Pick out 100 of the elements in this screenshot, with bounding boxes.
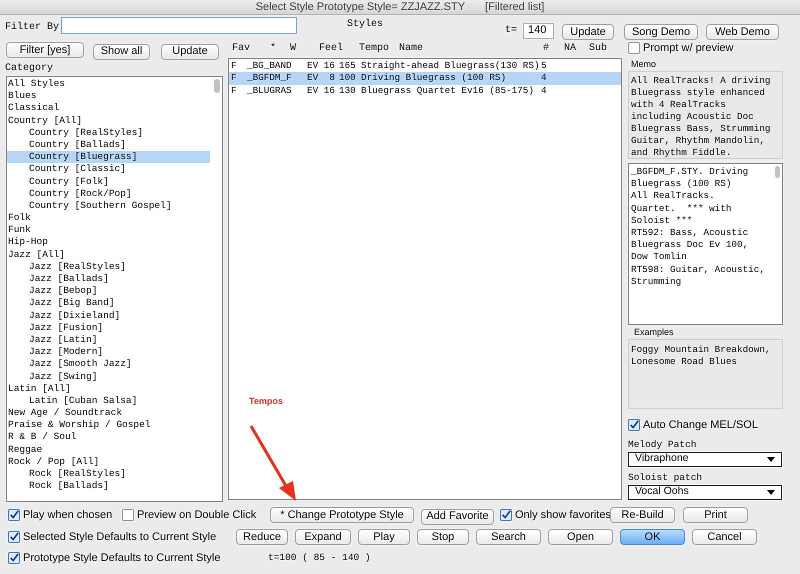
category-item[interactable]: Jazz [Ballads] [7,273,210,286]
checkbox-label: Preview on Double Click [137,508,256,523]
category-item[interactable]: Praise & Worship / Gospel [7,419,210,432]
category-item[interactable]: Reggae [7,444,210,456]
checkbox[interactable] [500,509,512,521]
category-item[interactable]: Country [Classic] [7,163,210,176]
category-label: Category [5,63,54,75]
button[interactable]: Update [562,24,614,40]
category-item[interactable]: Rock [RealStyles] [7,468,210,480]
button[interactable]: Reduce [236,529,288,545]
filter-field[interactable] [61,17,297,34]
button[interactable]: Play [358,529,410,545]
category-item[interactable]: Jazz [Bebop] [7,285,210,298]
soloist-patch-select[interactable]: Vocal Oohs [628,484,782,500]
column-header[interactable]: W [290,41,319,56]
melody-patch-label: Melody Patch [628,438,698,450]
button[interactable]: Stop [417,529,469,545]
style-row[interactable]: F _BGFDM_F EV 8 100 Driving Bluegrass (100 RS) 4 [229,72,621,85]
button[interactable]: Expand [295,529,351,545]
scrollbar-thumb[interactable] [214,79,220,93]
category-item[interactable]: Country [Southern Gospel] [7,200,210,212]
column-header[interactable]: NA [564,41,589,56]
memo-label: Memo [631,59,658,69]
button[interactable]: Re-Build [610,507,675,523]
button[interactable]: Filter [yes] [6,42,84,58]
button[interactable]: Show all [93,44,150,60]
category-item[interactable]: Latin [Cuban Salsa] [7,394,210,408]
details-line: RT598: Guitar, Acoustic, Strumming [631,264,766,288]
column-header[interactable]: # [543,41,564,56]
category-item[interactable]: Country [Ballads] [7,138,210,152]
category-item[interactable]: Hip-Hop [7,236,210,249]
tempo-range: t=100 ( 85 - 140 ) [268,550,371,565]
category-item[interactable]: Jazz [All] [7,248,210,261]
category-item[interactable]: Jazz [RealStyles] [7,260,210,273]
category-item[interactable]: Jazz [Fusion] [7,322,210,334]
window-subtitle: [Filtered list] [485,0,544,15]
category-item[interactable]: Country [Folk] [7,176,210,188]
tempo-field[interactable]: 140 [523,22,554,38]
button[interactable]: * Change Prototype Style [270,507,414,523]
button[interactable]: Open [548,529,613,545]
style-row[interactable]: F _BLUGRAS EV 16 130 Bluegrass Quartet Ev16 (85-175) 4 [229,84,621,98]
button[interactable]: Web Demo [706,24,780,40]
button[interactable]: OK [620,529,685,545]
checkbox-label: Play when chosen [23,508,112,523]
category-item[interactable]: Country [Bluegrass] [7,151,210,164]
category-item[interactable]: Blues [7,90,210,102]
category-item[interactable]: Jazz [Modern] [7,346,210,358]
checkbox[interactable] [8,531,20,543]
dropdown-icon [767,490,775,494]
checkbox-label: Prototype Style Defaults to Current Style [23,550,220,566]
styles-label: Styles [347,18,384,32]
style-row[interactable]: F _BG_BAND EV 16 165 Straight-ahead Bluegrass(130 RS)5 [229,60,621,72]
category-item[interactable]: Country [All] [7,114,210,127]
category-item[interactable]: Folk [7,212,210,224]
category-item[interactable]: Funk [7,224,210,236]
checkbox[interactable] [122,509,134,521]
column-header[interactable]: Sub [589,41,619,56]
column-header[interactable]: Fav [232,41,270,56]
button[interactable]: Add Favorite [421,508,494,524]
memo-text: All RealTracks! A driving Bluegrass style enhanced with 4 RealTracks including Acoustic Doc Bluegrass Bass, Strumming Guitar, Rhythm Mandolin, and Rhythm Fiddle. [628,71,783,159]
category-item[interactable]: Classical [7,102,210,115]
button[interactable]: Print [683,507,748,523]
button[interactable]: Search [476,529,541,545]
checkbox[interactable] [8,552,20,564]
category-item[interactable]: Jazz [Big Band] [7,297,210,310]
checkbox[interactable] [628,419,640,432]
category-item[interactable]: Jazz [Dixieland] [7,310,210,322]
filter-label: Filter By [5,20,60,35]
category-item[interactable]: R & B / Soul [7,431,210,444]
column-header[interactable]: * [270,41,290,56]
dropdown-icon [767,456,775,462]
examples-label: Examples [634,327,675,337]
column-header[interactable]: Name [399,41,543,56]
window-title: Select Style Prototype Style= ZZJAZZ.STY [256,0,466,15]
category-item[interactable]: Latin [All] [7,382,210,395]
column-header[interactable]: Feel [319,41,359,56]
button[interactable]: Cancel [692,529,757,545]
category-item[interactable]: Country [RealStyles] [7,126,210,139]
category-item[interactable]: Rock / Pop [All] [7,456,210,468]
soloist-patch-label: Soloist patch [628,472,704,482]
melody-patch-select[interactable]: Vibraphone [628,452,782,466]
category-item[interactable]: Jazz [Latin] [7,334,210,346]
checkbox-label: Auto Change MEL/SOL [643,418,758,433]
category-item[interactable]: Jazz [Smooth Jazz] [7,358,210,370]
scrollbar-thumb[interactable] [775,166,780,178]
checkbox[interactable] [628,42,640,54]
button[interactable]: Song Demo [624,24,698,40]
category-item[interactable]: Jazz [Swing] [7,370,210,383]
details-line: All RealTracks. [631,190,716,203]
examples-text: Foggy Mountain Breakdown, Lonesome Road Blues [628,339,783,409]
details-line: _BGFDM_F.STY. Driving Bluegrass (100 RS) [631,166,750,190]
category-item[interactable]: Rock [Ballads] [7,480,210,492]
button[interactable]: Update [161,44,219,60]
checkbox[interactable] [8,509,20,521]
category-item[interactable]: Country [Rock/Pop] [7,188,210,200]
tempo-label: t= [505,24,518,38]
category-item[interactable]: New Age / Soundtrack [7,407,210,420]
column-header[interactable]: Tempo [359,41,399,56]
checkbox-label: Selected Style Defaults to Current Style [23,530,216,545]
category-item[interactable]: All Styles [7,78,210,90]
